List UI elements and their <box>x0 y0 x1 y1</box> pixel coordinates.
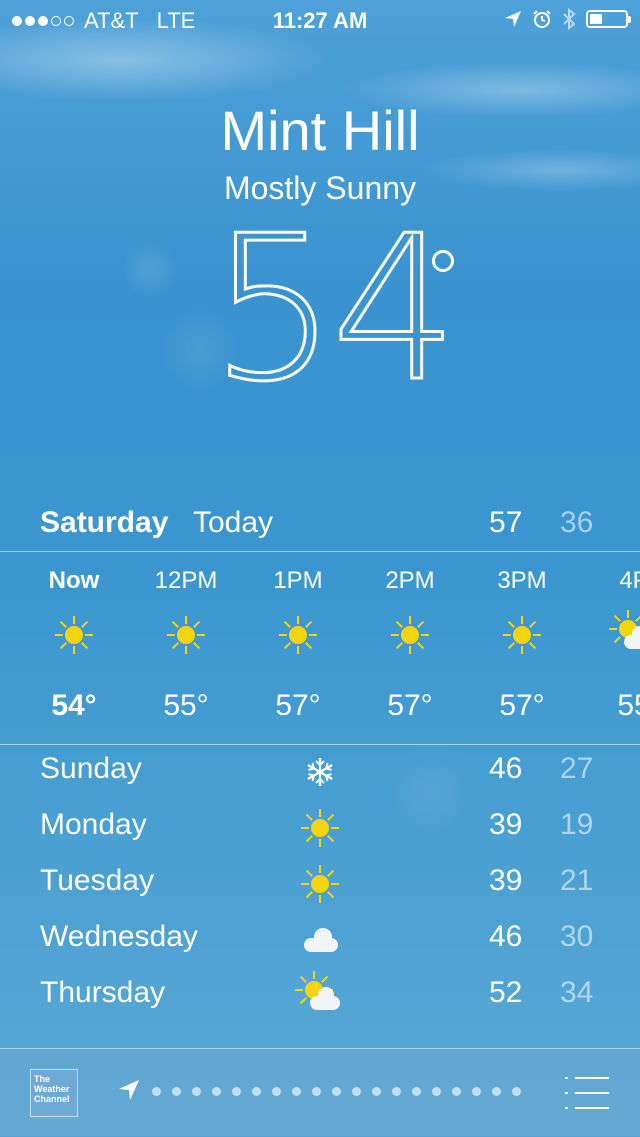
day-icon <box>300 752 340 792</box>
hour-label: 12PM <box>154 567 218 594</box>
location-arrow-icon <box>505 11 521 27</box>
day-low: 27 <box>560 752 594 785</box>
page-dot[interactable] <box>392 1087 401 1096</box>
page-dot[interactable] <box>412 1087 421 1096</box>
today-summary: Saturday Today 57 36 <box>0 506 640 550</box>
daily-row: Wednesday 46 30 <box>0 912 640 968</box>
page-dot[interactable] <box>192 1087 201 1096</box>
page-dot[interactable] <box>152 1087 161 1096</box>
page-dot[interactable] <box>452 1087 461 1096</box>
day-high: 46 <box>489 920 523 953</box>
partly-cloudy-icon <box>295 971 340 1016</box>
hour-label: 2PM <box>385 567 435 594</box>
sun-icon <box>54 615 94 655</box>
hour-temp: 55 <box>617 689 640 722</box>
sun-icon <box>278 615 318 655</box>
today-low: 36 <box>560 506 594 539</box>
hour-icon <box>278 615 318 655</box>
degree-symbol <box>432 250 454 272</box>
day-low: 30 <box>560 920 594 953</box>
bluetooth-icon <box>563 8 576 30</box>
day-name: Wednesday <box>40 920 198 953</box>
sun-icon <box>502 615 542 655</box>
hour-label: 3PM <box>497 567 547 594</box>
daily-row: Monday 39 19 <box>0 800 640 856</box>
hour-icon <box>502 615 542 655</box>
day-low: 34 <box>560 976 594 1009</box>
city-list-icon[interactable] <box>565 1075 609 1111</box>
today-high: 57 <box>489 506 523 539</box>
hour-temp: 57° <box>387 689 433 722</box>
daily-row: Thursday 52 34 <box>0 968 640 1024</box>
sun-icon <box>390 615 430 655</box>
snowflake-icon <box>307 758 333 786</box>
page-dot[interactable] <box>492 1087 501 1096</box>
status-bar: AT&T LTE 11:27 AM <box>0 0 640 40</box>
location-arrow-icon[interactable] <box>118 1079 140 1101</box>
page-dot[interactable] <box>512 1087 521 1096</box>
day-high: 52 <box>489 976 523 1009</box>
day-name: Sunday <box>40 752 142 785</box>
today-label: Today <box>193 506 274 539</box>
daily-row: Tuesday 39 21 <box>0 856 640 912</box>
day-icon <box>300 920 340 960</box>
page-dot[interactable] <box>332 1087 341 1096</box>
page-dot[interactable] <box>252 1087 261 1096</box>
hour-icon <box>166 615 206 655</box>
today-day: Saturday <box>40 506 169 539</box>
weather-channel-logo[interactable]: The Weather Channel <box>30 1069 78 1117</box>
day-name: Tuesday <box>40 864 154 897</box>
divider <box>0 551 640 552</box>
cloud-icon <box>300 920 340 960</box>
hour-temp: 57° <box>499 689 545 722</box>
page-dot[interactable] <box>232 1087 241 1096</box>
hour-label: Now <box>48 567 100 594</box>
day-icon <box>295 971 340 1016</box>
day-low: 21 <box>560 864 594 897</box>
hour-label: 4P <box>619 567 640 594</box>
hour-label: 1PM <box>273 567 323 594</box>
page-dot[interactable] <box>352 1087 361 1096</box>
daily-row: Sunday 46 27 <box>0 744 640 800</box>
partly-cloudy-icon <box>609 610 640 655</box>
hourly-forecast[interactable]: Now 54° 12PM 55° 1PM 57° 2PM 57° 3PM 57° 4P 55 <box>0 553 640 743</box>
hour-icon <box>54 615 94 655</box>
day-icon <box>300 808 340 848</box>
alarm-icon <box>533 10 551 28</box>
page-dot[interactable] <box>272 1087 281 1096</box>
page-indicator[interactable] <box>152 1087 521 1096</box>
sun-icon <box>300 808 340 848</box>
hour-temp: 55° <box>163 689 209 722</box>
page-dot[interactable] <box>372 1087 381 1096</box>
day-icon <box>300 864 340 904</box>
day-name: Thursday <box>40 976 166 1009</box>
day-high: 39 <box>489 864 523 897</box>
day-high: 46 <box>489 752 523 785</box>
page-dot[interactable] <box>312 1087 321 1096</box>
page-dot[interactable] <box>172 1087 181 1096</box>
page-dot[interactable] <box>292 1087 301 1096</box>
current-temperature: 54 <box>209 193 460 426</box>
day-low: 19 <box>560 808 594 841</box>
hour-icon <box>609 610 640 655</box>
page-dot[interactable] <box>212 1087 221 1096</box>
hour-icon <box>390 615 430 655</box>
hour-temp: 54° <box>51 689 97 722</box>
bottom-toolbar: The Weather Channel <box>0 1048 640 1137</box>
day-name: Monday <box>40 808 147 841</box>
sun-icon <box>300 864 340 904</box>
city-name: Mint Hill <box>220 99 420 162</box>
hour-temp: 57° <box>275 689 321 722</box>
page-dot[interactable] <box>472 1087 481 1096</box>
page-dot[interactable] <box>432 1087 441 1096</box>
sun-icon <box>166 615 206 655</box>
battery-icon <box>586 10 631 28</box>
day-high: 39 <box>489 808 523 841</box>
